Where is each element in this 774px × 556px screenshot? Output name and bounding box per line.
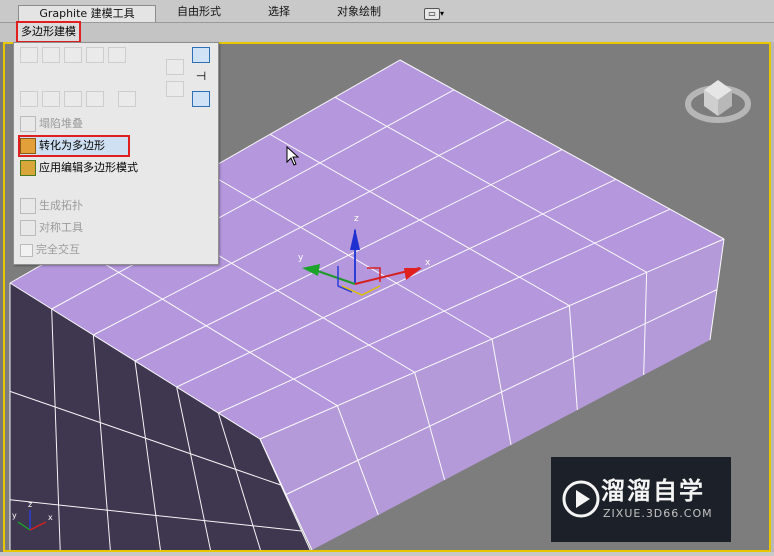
polygon-modeling-button[interactable]: 多边形建模: [16, 21, 81, 43]
play-logo-icon: [562, 480, 600, 518]
collapse-stack-icon: [20, 116, 36, 132]
stack-down-icon[interactable]: [166, 81, 184, 97]
sub-ribbon-bar: [0, 23, 774, 42]
menu-apply-edit-poly[interactable]: 应用编辑多边形模式: [20, 159, 138, 177]
corner-y-label: y: [12, 511, 17, 520]
tab-selection[interactable]: 选择: [262, 4, 296, 20]
menu-convert-to-poly[interactable]: 转化为多边形: [20, 137, 105, 155]
pin-stack-icon[interactable]: ⊣: [192, 69, 210, 85]
menu-full-interactivity[interactable]: 完全交互: [20, 241, 80, 259]
symmetry-tools-icon: [20, 220, 36, 236]
corner-x-label: x: [48, 513, 53, 522]
element-mode-icon[interactable]: [108, 47, 126, 63]
menu-generate-topology[interactable]: 生成拓扑: [20, 197, 83, 215]
tab-freeform[interactable]: 自由形式: [170, 4, 228, 20]
modifier-icon-5[interactable]: [118, 91, 136, 107]
menu-symmetry-tools[interactable]: 对称工具: [20, 219, 83, 237]
gizmo-y-label: y: [298, 253, 304, 263]
watermark-name: 溜溜自学: [601, 477, 705, 505]
modifier-icon-3[interactable]: [64, 91, 82, 107]
modifier-icon-1[interactable]: [20, 91, 38, 107]
modifier-toggle-icon[interactable]: [192, 91, 210, 107]
stack-up-icon[interactable]: [166, 59, 184, 75]
modifier-icon-4[interactable]: [86, 91, 104, 107]
edge-mode-icon[interactable]: [42, 47, 60, 63]
border-mode-icon[interactable]: [64, 47, 82, 63]
ribbon-options-dropdown[interactable]: ▭: [424, 8, 440, 20]
gizmo-x-label: x: [425, 258, 431, 268]
gizmo-z-label: z: [354, 214, 359, 224]
vertex-mode-icon[interactable]: [20, 47, 38, 63]
tab-object-paint[interactable]: 对象绘制: [330, 4, 388, 20]
watermark: 溜溜自学 ZIXUE.3D66.COM: [551, 457, 731, 542]
polygon-mode-icon[interactable]: [86, 47, 104, 63]
status-strip: [0, 552, 774, 556]
watermark-url: ZIXUE.3D66.COM: [603, 507, 713, 520]
apply-edit-poly-icon: [20, 160, 36, 176]
tab-graphite-modeling[interactable]: Graphite 建模工具: [18, 5, 156, 22]
full-interactivity-checkbox[interactable]: [20, 243, 33, 257]
mouse-cursor-icon: [286, 146, 300, 166]
corner-z-label: z: [28, 500, 32, 509]
modifier-icon-2[interactable]: [42, 91, 60, 107]
generate-topology-icon: [20, 198, 36, 214]
polygon-modeling-panel: ⊣ 塌陷堆叠 转化为多边形 应用编辑多边形模式 生成拓扑 对称工具 完全交互: [13, 42, 219, 265]
show-end-result-icon[interactable]: [192, 47, 210, 63]
chevron-down-icon[interactable]: ▾: [440, 9, 444, 18]
ribbon-bar: Graphite 建模工具 自由形式 选择 对象绘制 ▭ ▾: [0, 0, 774, 23]
convert-to-poly-icon: [20, 138, 36, 154]
menu-collapse-stack[interactable]: 塌陷堆叠: [20, 115, 83, 133]
view-cube: [685, 80, 751, 123]
